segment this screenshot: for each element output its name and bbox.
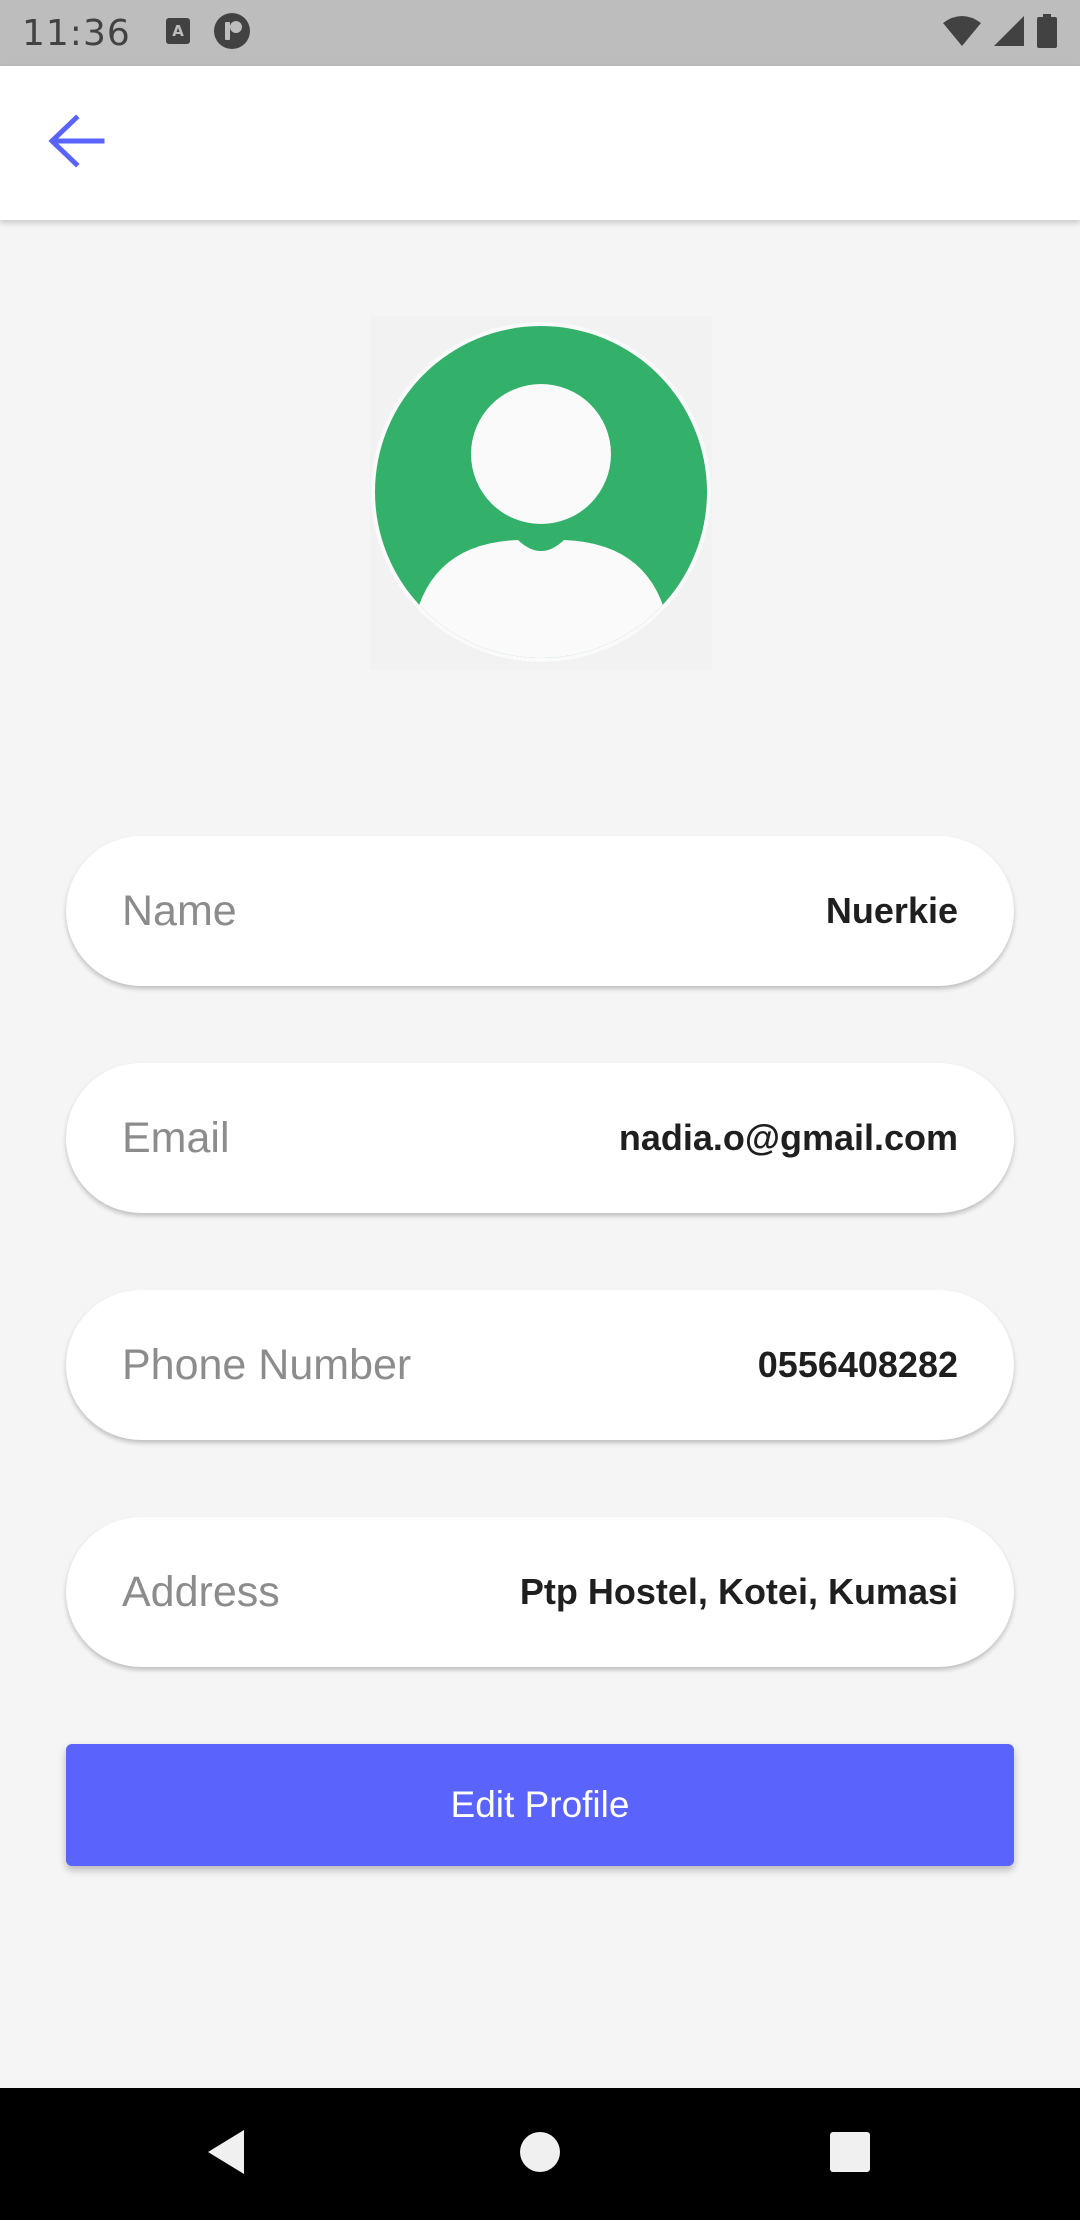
- recents-square-icon: [828, 2130, 872, 2179]
- phone-number-value: 0556408282: [757, 1344, 958, 1385]
- app-bar: [0, 66, 1080, 220]
- address-field: Address Ptp Hostel, Kotei, Kumasi: [66, 1517, 1014, 1667]
- email-label: Email: [122, 1113, 230, 1162]
- status-time: 11:36: [22, 12, 131, 54]
- battery-icon: [1036, 13, 1058, 53]
- address-value: Ptp Hostel, Kotei, Kumasi: [519, 1571, 958, 1612]
- nav-recents-button[interactable]: [780, 2088, 920, 2220]
- wifi-icon: [942, 15, 982, 52]
- system-navigation-bar: [0, 2088, 1080, 2220]
- status-bar: 11:36 A: [0, 0, 1080, 66]
- nav-back-button[interactable]: [156, 2088, 296, 2220]
- name-field: Name Nuerkie: [66, 836, 1014, 986]
- svg-text:A: A: [172, 22, 184, 40]
- arrow-left-icon: [46, 113, 106, 173]
- signal-icon: [992, 15, 1026, 52]
- status-notification-icons: A: [165, 12, 251, 55]
- email-value: nadia.o@gmail.com: [618, 1117, 958, 1158]
- a-notification-icon: A: [165, 17, 191, 50]
- name-label: Name: [122, 886, 237, 935]
- pause-circle-icon: [213, 12, 251, 55]
- status-system-icons: [942, 13, 1058, 53]
- phone-number-field: Phone Number 0556408282: [66, 1290, 1014, 1440]
- home-circle-icon: [518, 2130, 562, 2179]
- address-label: Address: [122, 1567, 280, 1616]
- phone-number-label: Phone Number: [122, 1340, 412, 1389]
- name-value: Nuerkie: [825, 890, 958, 931]
- back-triangle-icon: [204, 2128, 248, 2181]
- back-button[interactable]: [38, 110, 114, 176]
- user-avatar-icon: [370, 314, 712, 673]
- email-field: Email nadia.o@gmail.com: [66, 1063, 1014, 1213]
- profile-avatar[interactable]: [370, 316, 712, 670]
- edit-profile-button[interactable]: Edit Profile: [66, 1744, 1014, 1866]
- nav-home-button[interactable]: [470, 2088, 610, 2220]
